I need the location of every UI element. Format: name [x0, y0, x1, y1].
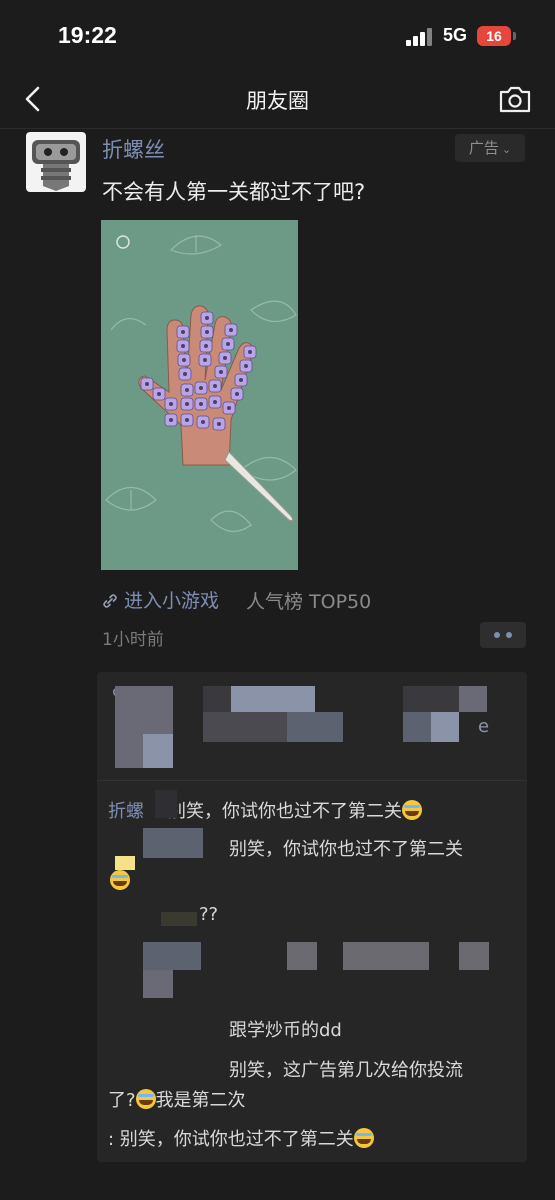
redacted-block [143, 970, 173, 998]
redacted-block [287, 712, 343, 742]
comment-text: : 别笑，你试你也过不了第二关 [108, 1129, 354, 1150]
nav-bar: 朋友圈 [0, 72, 555, 129]
camera-icon[interactable] [498, 84, 532, 114]
laugh-cry-emoji-icon [135, 1089, 156, 1109]
redacted-block [231, 686, 315, 712]
signal-icon [406, 28, 434, 46]
more-button[interactable] [480, 622, 526, 648]
avatar[interactable] [26, 132, 86, 192]
redacted-block [459, 686, 487, 712]
ad-label: 广告 [468, 139, 499, 157]
comment-author[interactable]: 折螺 [108, 801, 144, 822]
battery-icon: 16 [477, 26, 511, 46]
post-caption: 不会有人第一关都过不了吧? [102, 180, 366, 204]
comment-3: ?? [199, 904, 219, 925]
comment-text: 别笑，你试你也过不了第二关 [168, 801, 402, 822]
redacted-block [431, 712, 459, 742]
popularity-rank: 人气榜 TOP50 [246, 591, 372, 613]
dot-icon [494, 632, 500, 638]
comments-panel: e 折螺 别笑，你试你也过不了第二关 别笑，你试你也过不了第二关 ?? 跟学炒币的… [97, 672, 527, 1162]
link-icon [103, 594, 117, 608]
ad-label-button[interactable]: 广告 ⌄ [455, 134, 525, 162]
divider [97, 780, 527, 781]
comment-6: : 别笑，你试你也过不了第二关 [108, 1125, 374, 1151]
dot-icon [506, 632, 512, 638]
chevron-down-icon: ⌄ [501, 143, 512, 156]
comment-text: 我是第二次 [155, 1090, 246, 1111]
post-time: 1小时前 [102, 630, 164, 650]
post-author[interactable]: 折螺丝 [102, 134, 165, 164]
redacted-block [459, 942, 489, 970]
redacted-block [143, 734, 173, 768]
redacted-block [155, 790, 177, 818]
comment-2: 别笑，你试你也过不了第二关 [229, 839, 463, 860]
laugh-cry-emoji-icon [110, 870, 130, 890]
comment-text: 了? [108, 1090, 136, 1111]
redacted-block [115, 856, 135, 870]
mini-game-label: 进入小游戏 [124, 590, 220, 612]
laugh-cry-emoji-icon [353, 1128, 374, 1148]
screw-logo-icon [32, 140, 80, 191]
network-type: 5G [443, 25, 468, 45]
page-title: 朋友圈 [246, 89, 309, 113]
laugh-cry-emoji-icon [402, 800, 422, 820]
status-bar: 19:22 5G 16 [0, 0, 555, 72]
post-video-thumbnail[interactable] [101, 220, 298, 570]
redacted-block [343, 942, 429, 970]
battery-tip [513, 32, 516, 40]
redacted-block [287, 942, 317, 970]
game-preview-image [101, 220, 298, 570]
comment-5: 别笑，这广告第几次给你投流 [229, 1060, 463, 1081]
comment-5-continued: 了? 我是第二次 [108, 1086, 246, 1112]
redacted-block [143, 828, 203, 858]
like-name-fragment: e [478, 716, 490, 737]
redacted-block [143, 942, 201, 970]
redacted-block [161, 912, 197, 926]
status-time: 19:22 [58, 22, 117, 48]
mini-game-link[interactable]: 进入小游戏 [102, 586, 219, 613]
comment-4: 跟学炒币的dd [229, 1020, 342, 1041]
